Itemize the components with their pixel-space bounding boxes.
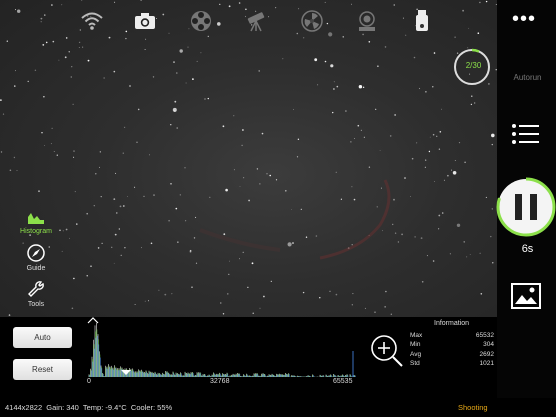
info-row-std: Std 1021 [410,360,494,367]
tools-tool[interactable]: Tools [14,280,58,308]
histogram-label: Histogram [20,228,52,235]
guide-label: Guide [26,265,46,272]
reset-button[interactable]: Reset [13,359,72,380]
nebula-glow [199,179,391,260]
histogram-tick-mid: 32768 [210,378,230,385]
camera-icon[interactable] [132,8,158,34]
gain-text: Gain: 340 [46,403,79,412]
fan-icon[interactable] [299,8,325,34]
filter-wheel-icon[interactable] [188,8,214,34]
pause-icon [515,194,522,220]
info-row-min: Min 304 [410,341,494,348]
information-title: Information [434,320,470,327]
list-icon[interactable] [509,122,541,148]
histogram-tick-max: 65535 [333,378,353,385]
telescope-icon[interactable] [243,8,269,34]
autorun-label[interactable]: Autorun [505,73,550,82]
info-row-max: Max 65532 [410,332,494,339]
histogram-chart [87,317,356,377]
more-options-icon[interactable]: ••• [512,9,536,29]
histogram-tool[interactable]: Histogram [14,211,58,235]
info-row-avg: Avg 2692 [410,351,494,358]
tools-label: Tools [27,301,45,308]
usb-drive-icon[interactable] [409,8,435,34]
sequence-progress-text: 2/30 [465,61,482,70]
gallery-icon[interactable] [511,283,541,309]
wrench-icon [28,281,44,297]
mount-icon[interactable] [354,8,380,34]
live-image-view[interactable] [0,0,497,317]
histogram-icon [28,213,44,224]
auto-stretch-button[interactable]: Auto [13,327,72,348]
camera-status: 4144x2822 Gain: 340 Temp: -9.4°C Cooler:… [5,398,172,417]
resolution-text: 4144x2822 [5,403,43,412]
exposure-time: 6s [521,243,534,255]
shooting-status: Shooting [458,403,488,412]
temperature-text: Temp: -9.4°C [82,403,127,412]
wifi-icon[interactable] [79,8,105,34]
guide-tool[interactable]: Guide [14,244,58,272]
zoom-in-icon[interactable] [370,334,404,368]
histogram-tick-min: 0 [87,378,91,385]
pause-button[interactable] [496,176,556,238]
compass-icon [27,244,45,262]
cooler-text: Cooler: 55% [130,403,173,412]
black-point-marker [87,317,99,324]
